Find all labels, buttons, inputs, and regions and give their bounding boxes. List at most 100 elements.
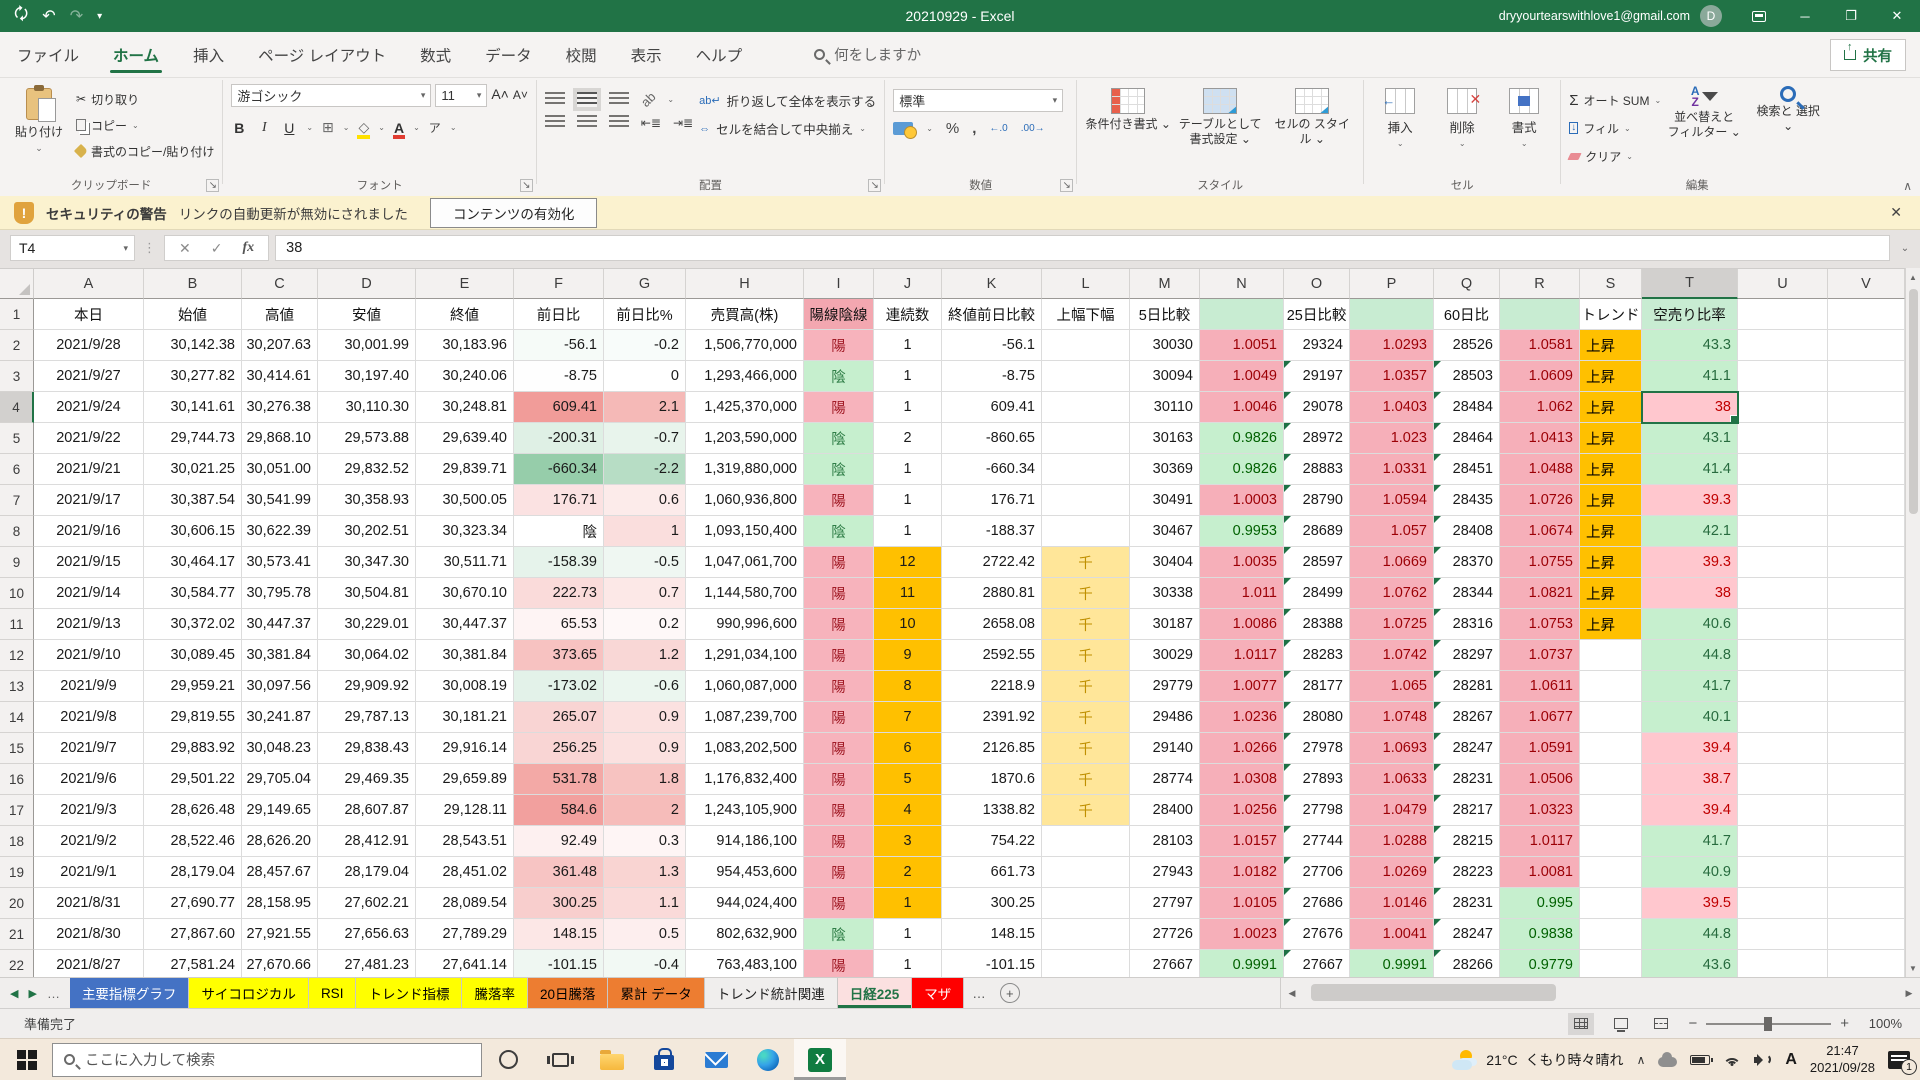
cell-N19[interactable]: 1.0182 — [1200, 857, 1284, 888]
underline-button[interactable]: U — [281, 120, 297, 136]
cell-U17[interactable] — [1738, 795, 1828, 826]
cell-R9[interactable]: 1.0755 — [1500, 547, 1580, 578]
align-center-icon[interactable] — [577, 115, 597, 130]
row-header-11[interactable]: 11 — [0, 609, 34, 640]
cell-A12[interactable]: 2021/9/10 — [34, 640, 144, 671]
horizontal-scroll-thumb[interactable] — [1311, 984, 1556, 1001]
cell-G6[interactable]: -2.2 — [604, 454, 686, 485]
cell-S9[interactable]: 上昇 — [1580, 547, 1642, 578]
cell-S21[interactable] — [1580, 919, 1642, 950]
field-header[interactable]: 始値 — [144, 299, 242, 330]
cell-F19[interactable]: 361.48 — [514, 857, 604, 888]
cell-I6[interactable]: 陰 — [804, 454, 874, 485]
cell-O13[interactable]: 28177 — [1284, 671, 1350, 702]
cell-V4[interactable] — [1828, 392, 1905, 423]
cell-S16[interactable] — [1580, 764, 1642, 795]
align-left-icon[interactable] — [545, 115, 565, 130]
cell-G12[interactable]: 1.2 — [604, 640, 686, 671]
cell-B11[interactable]: 30,372.02 — [144, 609, 242, 640]
cell-C10[interactable]: 30,795.78 — [242, 578, 318, 609]
cell-O7[interactable]: 28790 — [1284, 485, 1350, 516]
alignment-dialog-launcher[interactable]: ↘ — [868, 179, 881, 192]
cell-L7[interactable] — [1042, 485, 1130, 516]
cell-E2[interactable]: 30,183.96 — [416, 330, 514, 361]
cell-Q12[interactable]: 28297 — [1434, 640, 1500, 671]
row-header-5[interactable]: 5 — [0, 423, 34, 454]
cell-L17[interactable]: 千 — [1042, 795, 1130, 826]
decrease-indent-icon[interactable]: ⇤≣ — [641, 116, 661, 130]
cell-O4[interactable]: 29078 — [1284, 392, 1350, 423]
cell-H8[interactable]: 1,093,150,400 — [686, 516, 804, 547]
cell-I10[interactable]: 陽 — [804, 578, 874, 609]
cell-J17[interactable]: 4 — [874, 795, 942, 826]
cell-U14[interactable] — [1738, 702, 1828, 733]
row-header-1[interactable]: 1 — [0, 299, 34, 330]
cell-L6[interactable] — [1042, 454, 1130, 485]
cell-M17[interactable]: 28400 — [1130, 795, 1200, 826]
cell-F15[interactable]: 256.25 — [514, 733, 604, 764]
cell-K17[interactable]: 1338.82 — [942, 795, 1042, 826]
cell-O2[interactable]: 29324 — [1284, 330, 1350, 361]
cell-Q3[interactable]: 28503 — [1434, 361, 1500, 392]
cell-U18[interactable] — [1738, 826, 1828, 857]
cell-C17[interactable]: 29,149.65 — [242, 795, 318, 826]
cell-O5[interactable]: 28972 — [1284, 423, 1350, 454]
cell-T10[interactable]: 38 — [1642, 578, 1738, 609]
restore-button[interactable]: ❐ — [1828, 0, 1874, 32]
cell-U9[interactable] — [1738, 547, 1828, 578]
cell-G15[interactable]: 0.9 — [604, 733, 686, 764]
cell-T7[interactable]: 39.3 — [1642, 485, 1738, 516]
cell-S14[interactable] — [1580, 702, 1642, 733]
sheet-tab-トレンド指標[interactable]: トレンド指標 — [356, 978, 462, 1008]
cell-U13[interactable] — [1738, 671, 1828, 702]
cell-C3[interactable]: 30,414.61 — [242, 361, 318, 392]
cell-M20[interactable]: 27797 — [1130, 888, 1200, 919]
cell-P11[interactable]: 1.0725 — [1350, 609, 1434, 640]
expand-formula-bar-icon[interactable]: ⌄ — [1890, 243, 1920, 254]
cell-U4[interactable] — [1738, 392, 1828, 423]
excel-taskbar-button[interactable]: X — [794, 1039, 846, 1080]
cell-S8[interactable]: 上昇 — [1580, 516, 1642, 547]
cell-G8[interactable]: 1 — [604, 516, 686, 547]
cell-K6[interactable]: -660.34 — [942, 454, 1042, 485]
cell-S18[interactable] — [1580, 826, 1642, 857]
cell-R19[interactable]: 1.0081 — [1500, 857, 1580, 888]
cell-E19[interactable]: 28,451.02 — [416, 857, 514, 888]
sheet-overflow-right-icon[interactable]: … — [964, 978, 994, 1008]
cell-F3[interactable]: -8.75 — [514, 361, 604, 392]
sheet-tab-20日騰落[interactable]: 20日騰落 — [528, 978, 609, 1008]
cell-J2[interactable]: 1 — [874, 330, 942, 361]
enable-content-button[interactable]: コンテンツの有効化 — [430, 198, 598, 228]
cell-U12[interactable] — [1738, 640, 1828, 671]
cell-U16[interactable] — [1738, 764, 1828, 795]
cell-L8[interactable] — [1042, 516, 1130, 547]
ribbon-tab-ファイル[interactable]: ファイル — [0, 32, 96, 77]
row-header-9[interactable]: 9 — [0, 547, 34, 578]
cell-V6[interactable] — [1828, 454, 1905, 485]
wifi-icon[interactable] — [1723, 1053, 1741, 1067]
sheet-tab-騰落率[interactable]: 騰落率 — [462, 978, 528, 1008]
field-header[interactable]: 前日比 — [514, 299, 604, 330]
cell-K15[interactable]: 2126.85 — [942, 733, 1042, 764]
cell-J20[interactable]: 1 — [874, 888, 942, 919]
cell-B6[interactable]: 30,021.25 — [144, 454, 242, 485]
cell-S5[interactable]: 上昇 — [1580, 423, 1642, 454]
cell-G22[interactable]: -0.4 — [604, 950, 686, 977]
cell-O10[interactable]: 28499 — [1284, 578, 1350, 609]
cell-S15[interactable] — [1580, 733, 1642, 764]
cell-D17[interactable]: 28,607.87 — [318, 795, 416, 826]
align-top-icon[interactable] — [545, 92, 565, 107]
cell-R21[interactable]: 0.9838 — [1500, 919, 1580, 950]
cell-Q18[interactable]: 28215 — [1434, 826, 1500, 857]
close-button[interactable]: ✕ — [1874, 0, 1920, 32]
cell-H10[interactable]: 1,144,580,700 — [686, 578, 804, 609]
cell-T8[interactable]: 42.1 — [1642, 516, 1738, 547]
cell-R5[interactable]: 1.0413 — [1500, 423, 1580, 454]
cell-R11[interactable]: 1.0753 — [1500, 609, 1580, 640]
insert-cells-button[interactable]: 挿入⌄ — [1372, 84, 1428, 148]
percent-icon[interactable]: % — [946, 120, 959, 137]
cell-K7[interactable]: 176.71 — [942, 485, 1042, 516]
cell-G20[interactable]: 1.1 — [604, 888, 686, 919]
cell-E8[interactable]: 30,323.34 — [416, 516, 514, 547]
volume-icon[interactable] — [1754, 1053, 1772, 1067]
